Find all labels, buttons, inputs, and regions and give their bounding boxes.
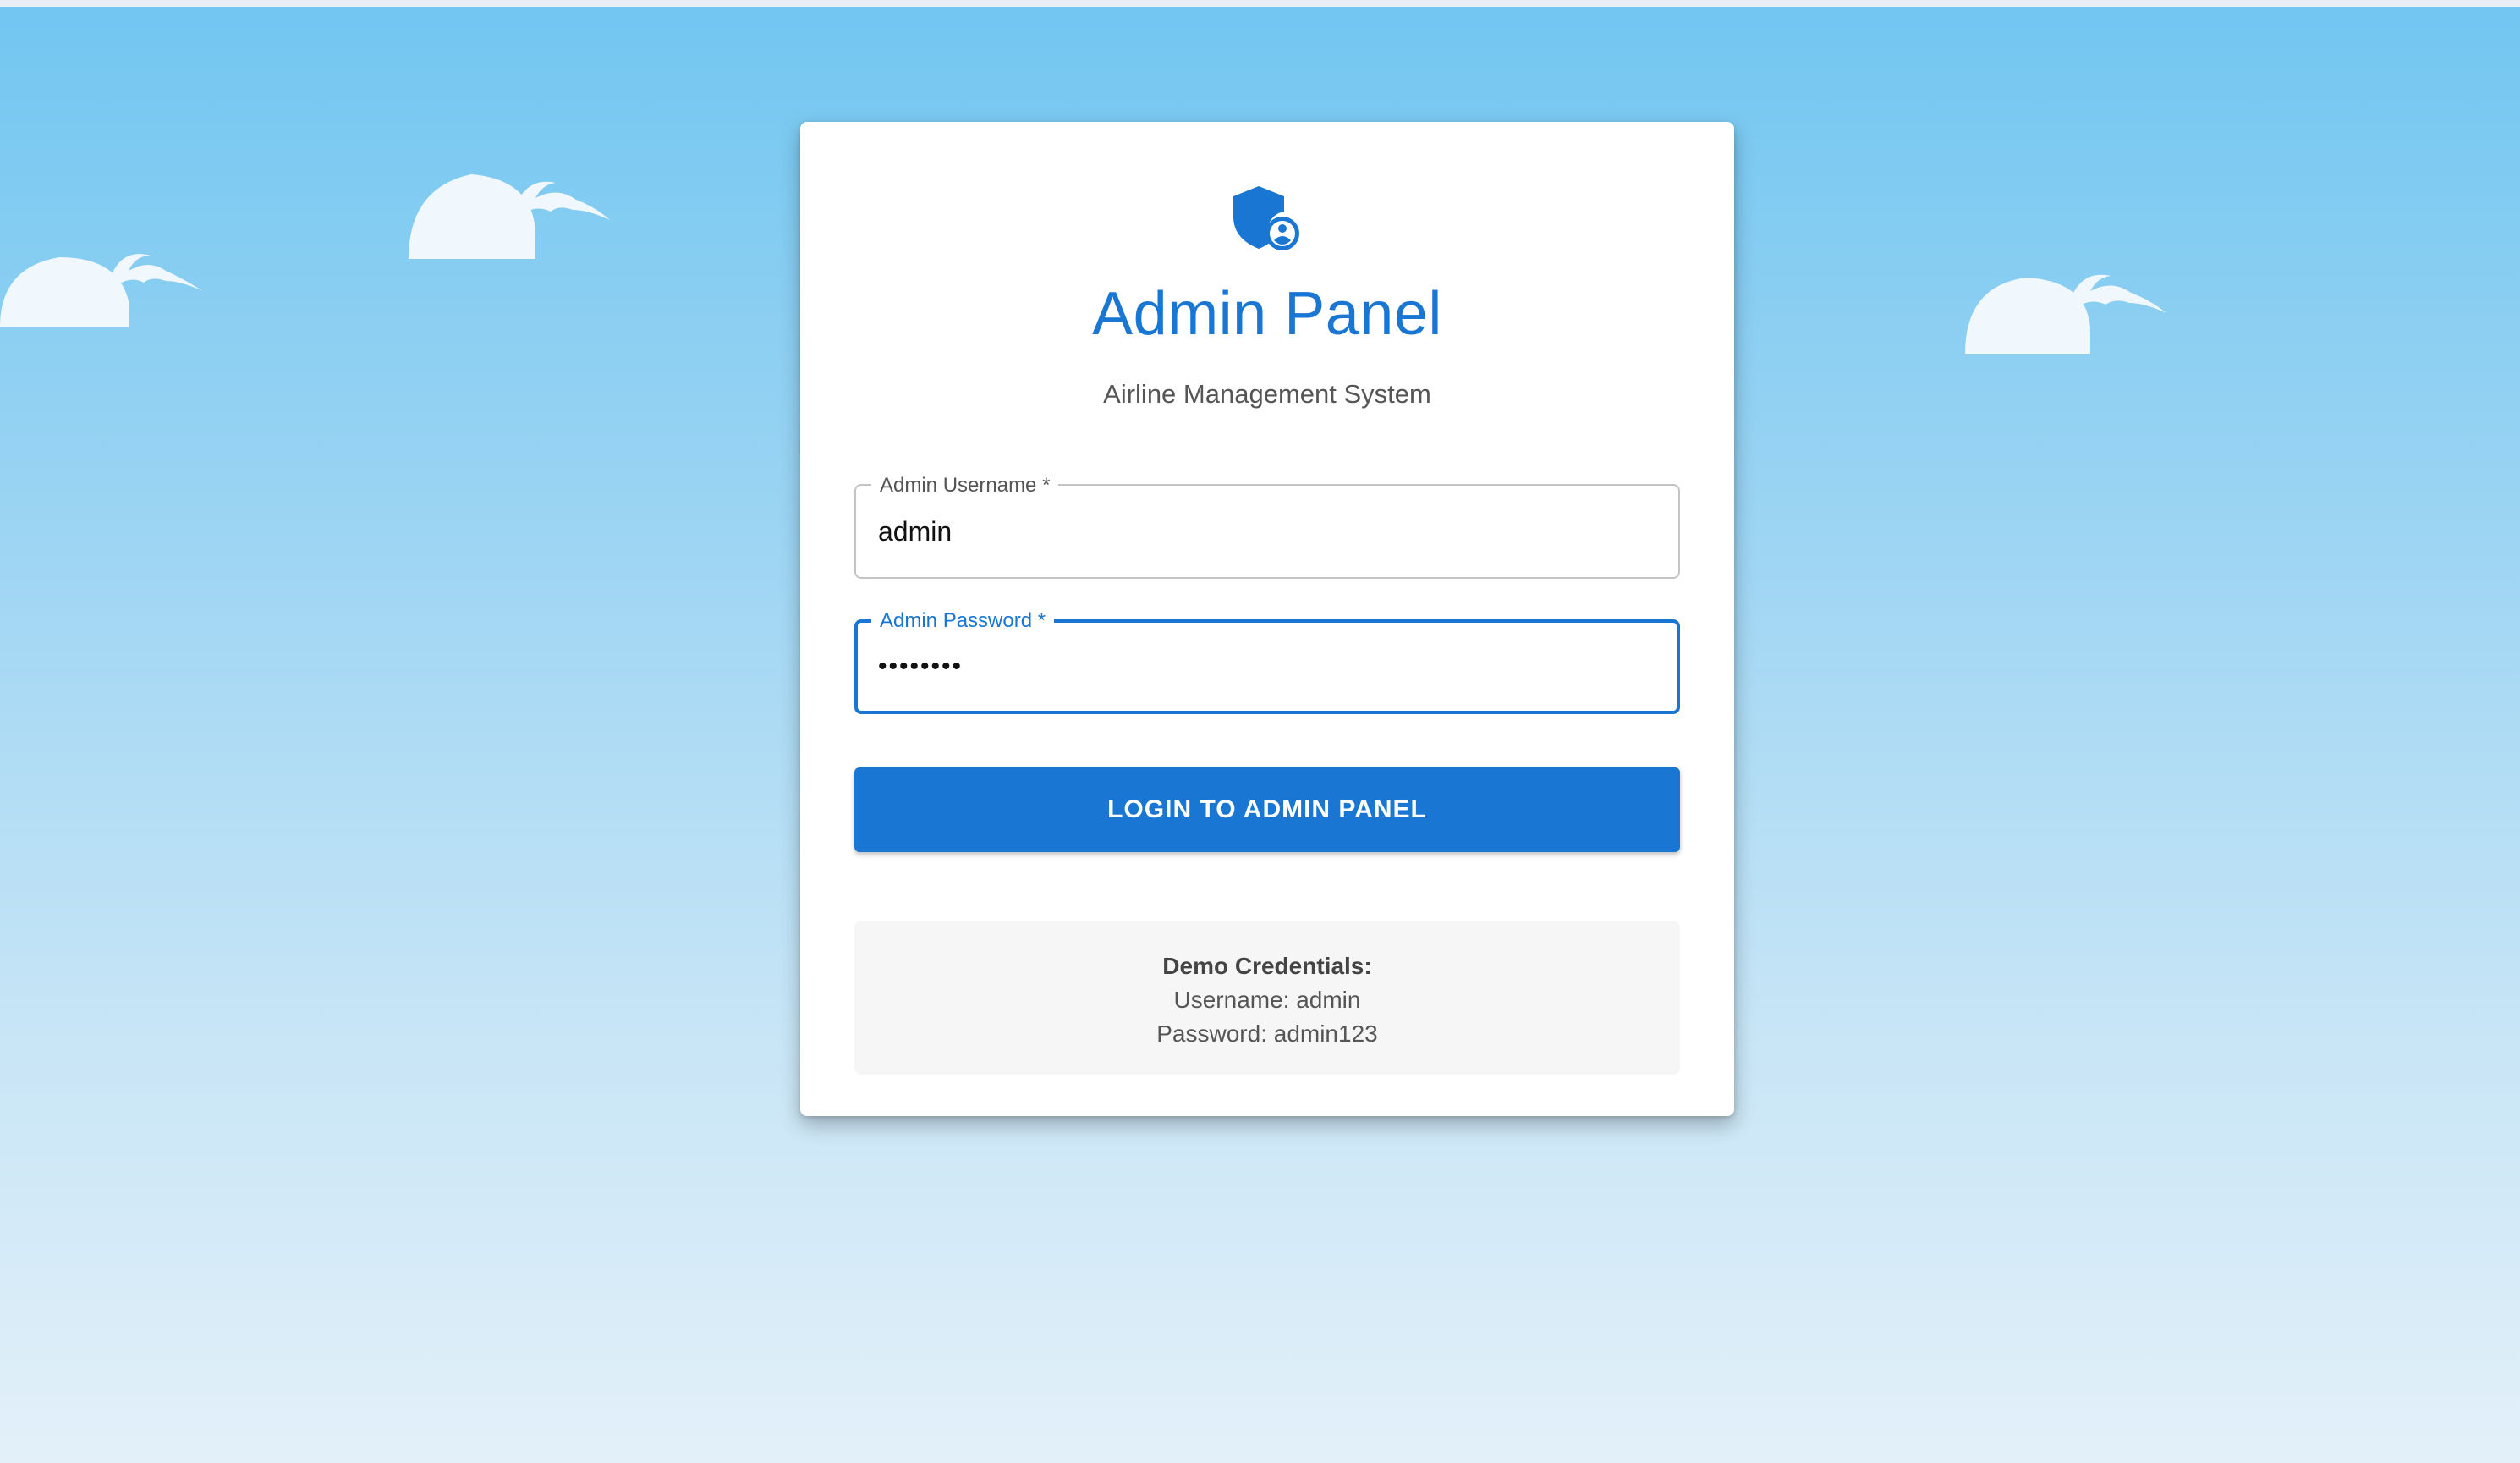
cloud-icon — [409, 174, 610, 259]
page-subtitle: Airline Management System — [1103, 379, 1431, 409]
demo-credentials-heading: Demo Credentials: — [1162, 953, 1372, 979]
page-title: Admin Panel — [1092, 280, 1442, 348]
cloud-icon — [1965, 274, 2166, 354]
login-button[interactable]: LOGIN TO ADMIN PANEL — [854, 767, 1680, 852]
demo-password-text: Password: admin123 — [1156, 1020, 1378, 1047]
admin-shield-icon — [1233, 186, 1299, 250]
username-field[interactable]: Admin Username * — [854, 474, 1680, 579]
demo-username-text: Username: admin — [1173, 987, 1361, 1013]
password-input[interactable] — [878, 623, 1639, 711]
demo-credentials-box: Demo Credentials: Username: admin Passwo… — [854, 921, 1680, 1075]
username-input[interactable] — [878, 486, 1639, 577]
admin-login-card: Admin Panel Airline Management System Ad… — [800, 122, 1734, 1116]
login-page: Admin Panel Airline Management System Ad… — [0, 0, 2520, 1463]
cloud-icon — [0, 254, 203, 327]
password-field[interactable]: Admin Password * — [854, 609, 1680, 714]
